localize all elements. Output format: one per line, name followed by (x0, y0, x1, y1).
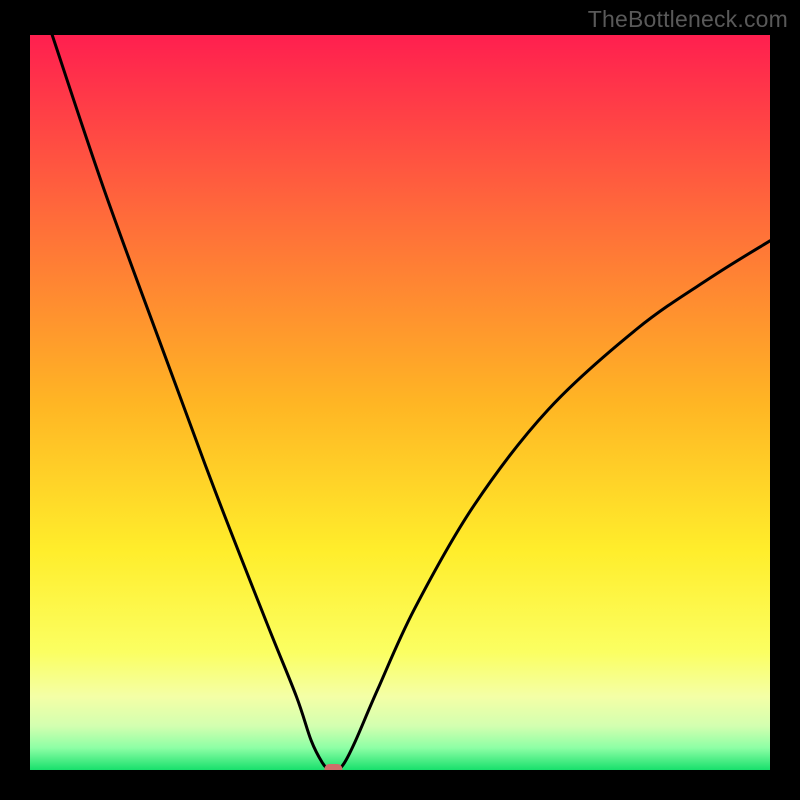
chart-frame: TheBottleneck.com (0, 0, 800, 800)
minimum-marker (324, 764, 342, 770)
gradient-background (30, 35, 770, 770)
watermark-text: TheBottleneck.com (588, 6, 788, 33)
bottleneck-chart (30, 35, 770, 770)
